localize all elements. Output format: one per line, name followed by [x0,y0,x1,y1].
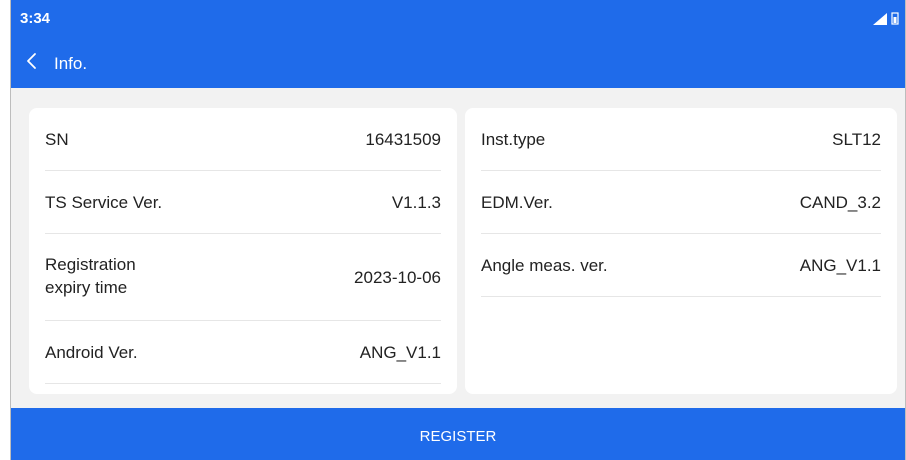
status-bar: 3:34 [11,0,905,38]
instrument-info-card: Inst.type SLT12 EDM.Ver. CAND_3.2 Angle … [465,108,897,394]
info-row-angle-meas: Angle meas. ver. ANG_V1.1 [481,234,881,297]
info-content: SN 16431509 TS Service Ver. V1.1.3 Regis… [11,88,905,408]
info-row-label: SN [45,130,69,149]
page-title: Info. [54,54,88,73]
chevron-left-icon [25,52,39,75]
device-info-card: SN 16431509 TS Service Ver. V1.1.3 Regis… [29,108,457,394]
signal-icon [873,12,887,30]
info-row-label: Angle meas. ver. [481,256,608,275]
info-row-value: CAND_3.2 [799,193,881,212]
info-row-sn: SN 16431509 [45,108,441,171]
info-row-label: EDM.Ver. [481,193,553,212]
info-row-inst-type: Inst.type SLT12 [481,108,881,171]
info-row-edm: EDM.Ver. CAND_3.2 [481,171,881,234]
info-row-label: Inst.type [481,130,546,149]
info-row-android: Android Ver. ANG_V1.1 [45,321,441,384]
info-row-registration-expiry: Registration expiry time 2023-10-06 [45,234,441,321]
back-button[interactable] [17,48,47,78]
info-row-label: Registration expiry time [45,255,136,297]
info-row-value: ANG_V1.1 [799,256,881,275]
status-time: 3:34 [20,10,51,27]
info-row-value: V1.1.3 [391,193,441,212]
info-row-label: TS Service Ver. [45,193,163,212]
info-row-value: SLT12 [832,130,881,149]
info-row-value: ANG_V1.1 [359,343,441,362]
battery-icon [891,12,899,30]
info-row-value: 16431509 [365,130,441,149]
register-button[interactable]: REGISTER [11,408,905,460]
screen: 3:34 Info. SN 16431509 TS Service Ver. V… [0,0,906,460]
app-window: 3:34 Info. SN 16431509 TS Service Ver. V… [10,0,906,460]
status-icons [873,12,899,30]
info-row-ts-service: TS Service Ver. V1.1.3 [45,171,441,234]
info-row-value: 2023-10-06 [354,268,441,287]
info-row-label: Android Ver. [45,343,138,362]
app-bar: Info. [11,38,905,88]
